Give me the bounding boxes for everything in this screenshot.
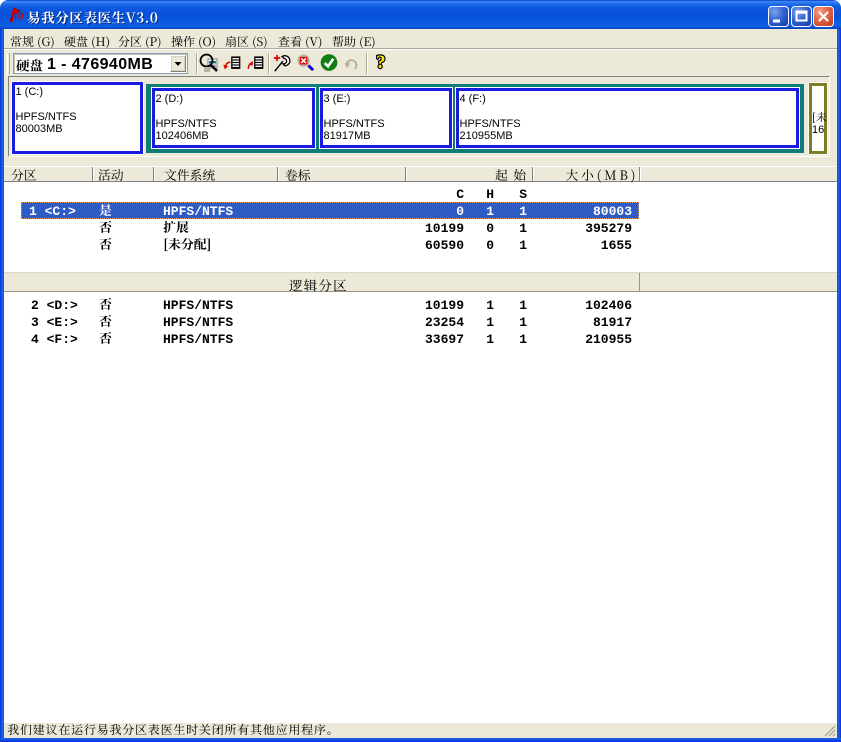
svg-text:TD: TD — [13, 12, 24, 21]
svg-text:?: ? — [376, 52, 386, 73]
